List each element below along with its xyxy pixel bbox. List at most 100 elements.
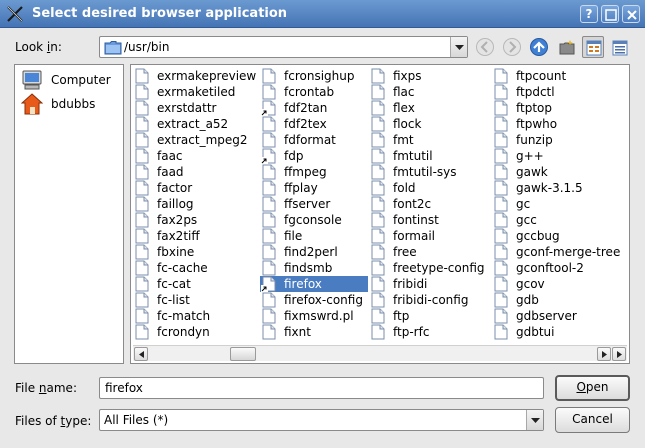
file-item[interactable]: exrmakepreview xyxy=(133,68,259,84)
file-item[interactable]: fc-cat xyxy=(133,276,259,292)
file-item[interactable]: font2c xyxy=(369,196,491,212)
file-item[interactable]: fgconsole xyxy=(260,212,368,228)
file-item[interactable]: gdbserver xyxy=(492,308,628,324)
file-icon xyxy=(135,84,149,100)
help-button[interactable]: ? xyxy=(580,5,598,23)
filetype-combo[interactable]: All Files (*) xyxy=(99,409,544,431)
file-item[interactable]: fc-cache xyxy=(133,260,259,276)
title-bar[interactable]: Select desired browser application ? xyxy=(0,0,645,28)
file-item[interactable]: gconftool-2 xyxy=(492,260,628,276)
file-item[interactable]: ftp-rfc xyxy=(369,324,491,340)
file-item[interactable]: fax2ps xyxy=(133,212,259,228)
file-item[interactable]: findsmb xyxy=(260,260,368,276)
detail-view-button[interactable] xyxy=(608,36,630,58)
filename-input[interactable]: firefox xyxy=(99,377,544,399)
file-item[interactable]: faac xyxy=(133,148,259,164)
cancel-button[interactable]: Cancel xyxy=(555,407,630,433)
file-item[interactable]: firefox-config xyxy=(260,292,368,308)
file-item[interactable]: fdf2tan xyxy=(260,100,368,116)
file-item[interactable]: faillog xyxy=(133,196,259,212)
file-item[interactable]: gcc xyxy=(492,212,628,228)
file-item[interactable]: fribidi-config xyxy=(369,292,491,308)
file-icon xyxy=(494,84,508,100)
file-item[interactable]: extract_mpeg2 xyxy=(133,132,259,148)
scroll-thumb[interactable] xyxy=(230,347,256,361)
file-item[interactable]: factor xyxy=(133,180,259,196)
file-item[interactable]: gdb xyxy=(492,292,628,308)
filetype-dropdown-arrow[interactable] xyxy=(526,410,543,430)
minimize-button[interactable] xyxy=(601,5,619,23)
file-item[interactable]: file xyxy=(260,228,368,244)
file-item[interactable]: ftptop xyxy=(492,100,628,116)
file-name: flock xyxy=(393,117,422,131)
file-item[interactable]: fcrondyn xyxy=(133,324,259,340)
file-item[interactable]: gdbtui xyxy=(492,324,628,340)
file-item[interactable]: ftpdctl xyxy=(492,84,628,100)
file-item[interactable]: fontinst xyxy=(369,212,491,228)
file-item[interactable]: g++ xyxy=(492,148,628,164)
file-item[interactable]: faad xyxy=(133,164,259,180)
file-item[interactable]: gccbug xyxy=(492,228,628,244)
file-name: fbxine xyxy=(157,245,195,259)
file-item[interactable]: freetype-config xyxy=(369,260,491,276)
file-item[interactable]: gconf-merge-tree xyxy=(492,244,628,260)
file-item[interactable]: fdformat xyxy=(260,132,368,148)
look-in-dropdown-arrow[interactable] xyxy=(450,37,467,57)
file-item[interactable]: fmt xyxy=(369,132,491,148)
file-item[interactable]: fribidi xyxy=(369,276,491,292)
file-item[interactable]: ffmpeg xyxy=(260,164,368,180)
file-item[interactable]: fold xyxy=(369,180,491,196)
file-item[interactable]: ftp xyxy=(369,308,491,324)
new-folder-button[interactable] xyxy=(555,36,577,58)
file-item[interactable]: fmtutil-sys xyxy=(369,164,491,180)
file-item[interactable]: free xyxy=(369,244,491,260)
file-item[interactable]: funzip xyxy=(492,132,628,148)
file-name: formail xyxy=(393,229,435,243)
file-item[interactable]: firefox xyxy=(260,276,368,292)
file-item[interactable]: flex xyxy=(369,100,491,116)
file-item[interactable]: flock xyxy=(369,116,491,132)
file-item[interactable]: find2perl xyxy=(260,244,368,260)
scroll-left-button[interactable] xyxy=(134,347,148,361)
back-arrow-icon xyxy=(476,38,494,56)
file-item[interactable]: fmtutil xyxy=(369,148,491,164)
file-item[interactable]: gc xyxy=(492,196,628,212)
list-view-button[interactable] xyxy=(582,36,604,58)
file-item[interactable]: ffserver xyxy=(260,196,368,212)
back-button[interactable] xyxy=(475,37,495,57)
file-item[interactable]: ftpcount xyxy=(492,68,628,84)
scroll-right-end-button[interactable] xyxy=(612,347,626,361)
file-item[interactable]: gawk xyxy=(492,164,628,180)
file-item[interactable]: fdf2tex xyxy=(260,116,368,132)
file-list[interactable]: exrmakepreview exrmaketiled exrstdattr extr… xyxy=(130,64,630,364)
file-item[interactable]: exrstdattr xyxy=(133,100,259,116)
file-item[interactable]: fcronsighup xyxy=(260,68,368,84)
horizontal-scrollbar[interactable] xyxy=(133,345,627,361)
file-item[interactable]: ftpwho xyxy=(492,116,628,132)
open-button[interactable]: Open xyxy=(555,375,630,401)
file-item[interactable]: fixps xyxy=(369,68,491,84)
file-item[interactable]: fcrontab xyxy=(260,84,368,100)
file-name: exrmakepreview xyxy=(157,69,257,83)
parent-directory-button[interactable] xyxy=(529,37,549,57)
file-item[interactable]: fbxine xyxy=(133,244,259,260)
file-item[interactable]: ffplay xyxy=(260,180,368,196)
file-item[interactable]: extract_a52 xyxy=(133,116,259,132)
file-item[interactable]: fdp xyxy=(260,148,368,164)
file-item[interactable]: fixnt xyxy=(260,324,368,340)
file-item[interactable]: fax2tiff xyxy=(133,228,259,244)
file-item[interactable]: formail xyxy=(369,228,491,244)
file-item[interactable]: fixmswrd.pl xyxy=(260,308,368,324)
file-item[interactable]: gcov xyxy=(492,276,628,292)
file-item[interactable]: gawk-3.1.5 xyxy=(492,180,628,196)
sidebar-item-computer[interactable]: Computer xyxy=(19,69,119,91)
sidebar-item-home[interactable]: bdubbs xyxy=(19,93,119,115)
close-button[interactable] xyxy=(622,5,640,23)
scroll-right-button[interactable] xyxy=(597,347,611,361)
file-item[interactable]: exrmaketiled xyxy=(133,84,259,100)
forward-button[interactable] xyxy=(502,37,522,57)
file-item[interactable]: fc-list xyxy=(133,292,259,308)
file-item[interactable]: fc-match xyxy=(133,308,259,324)
file-item[interactable]: flac xyxy=(369,84,491,100)
look-in-combo[interactable]: /usr/bin xyxy=(99,36,468,58)
